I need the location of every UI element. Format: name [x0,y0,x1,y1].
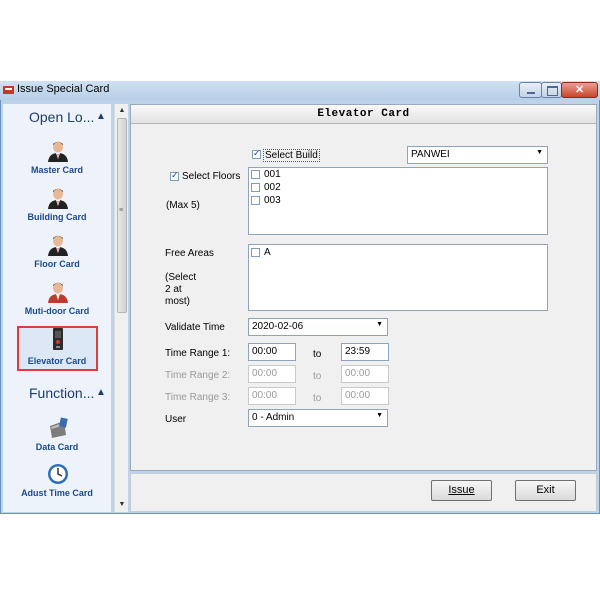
validate-date-value: 2020-02-06 [252,321,304,332]
select-floors-checkbox[interactable] [170,170,179,181]
floor-label: 003 [264,195,281,206]
to-label: to [313,393,322,404]
sidebar-item-master-card[interactable]: Master Card [3,138,111,184]
sidebar-item-data-card[interactable]: Data Card [3,415,111,461]
sidebar-item-label: Muti-door Card [24,306,90,316]
user-label: User [165,414,187,425]
sidebar-item-adust-time-card[interactable]: Adust Time Card [3,461,111,507]
sidebar-item-label: Building Card [27,212,87,222]
sidebar-item-floor-card[interactable]: Floor Card [3,232,111,278]
free-areas-label: Free Areas [165,248,214,259]
select-note-line: 2 at [165,284,182,295]
chevron-down-icon: ▼ [376,412,383,419]
floor-label: 002 [264,182,281,193]
user-icon [48,235,68,256]
chevron-up-icon: ▲ [96,387,106,398]
close-button[interactable]: ✕ [561,82,598,98]
floor-checkbox[interactable] [251,183,260,192]
build-value: PANWEI [411,149,450,160]
build-select[interactable]: PANWEI ▼ [407,146,548,164]
time-range-from-input[interactable]: 00:00 [248,387,296,405]
sidebar: Open Lo... ▲ Master Card Building Card F… [3,104,111,512]
sidebar-group-function[interactable]: Function... ▲ [3,381,111,404]
sidebar-item-building-card[interactable]: Building Card [3,185,111,231]
floor-checkbox[interactable] [251,170,260,179]
time-range-label: Time Range 2: [165,370,231,381]
free-areas-list[interactable]: A [248,244,548,311]
max-floors-note: (Max 5) [166,200,200,211]
user-value: 0 - Admin [252,412,295,423]
clock-icon [48,464,68,484]
sidebar-group-open-lock[interactable]: Open Lo... ▲ [3,105,111,128]
chevron-down-icon: ▼ [536,149,543,156]
card-reader-icon [50,417,68,438]
scroll-up-arrow-icon[interactable]: ▲ [115,104,129,118]
chevron-up-icon: ▲ [96,111,106,122]
area-label: A [264,247,271,258]
time-value: 00:00 [252,390,278,401]
select-floors-label: Select Floors [182,171,241,182]
user-icon [48,188,68,209]
scroll-grip-icon: ≡ [119,207,124,214]
maximize-icon [547,86,558,96]
floor-label: 001 [264,169,281,180]
group-label: Function... [29,385,95,401]
to-label: to [313,349,322,360]
validate-time-label: Validate Time [165,322,225,333]
exit-button[interactable]: Exit [515,480,576,501]
time-range-to-input[interactable]: 00:00 [341,365,389,383]
elevator-icon [53,328,63,350]
scroll-down-arrow-icon[interactable]: ▼ [115,498,129,512]
minimize-button[interactable] [519,82,542,98]
issue-button[interactable]: Issue [431,480,492,501]
chevron-down-icon: ▼ [376,321,383,328]
user-icon [48,282,68,303]
select-note: (Select 2 at most) [165,272,196,308]
sidebar-item-label: Elevator Card [27,356,87,366]
app-icon [3,86,14,94]
time-range-from-input[interactable]: 00:00 [248,343,296,361]
validate-date-picker[interactable]: 2020-02-06 ▼ [248,318,388,336]
issue-button-label: Issue [448,484,475,496]
time-value: 23:59 [345,346,371,357]
scroll-thumb[interactable] [117,118,127,313]
sidebar-item-label: Master Card [30,165,84,175]
time-range-from-input[interactable]: 00:00 [248,365,296,383]
user-icon [48,141,68,162]
time-range-to-input[interactable]: 23:59 [341,343,389,361]
close-icon: ✕ [575,84,585,96]
floors-list[interactable]: 001 002 003 [248,167,548,235]
floor-checkbox[interactable] [251,196,260,205]
area-checkbox[interactable] [251,248,260,257]
sidebar-item-elevator-card[interactable]: Elevator Card [3,326,111,372]
select-note-line: (Select [165,272,197,283]
group-label: Open Lo... [29,109,95,125]
time-range-label: Time Range 1: [165,348,231,359]
select-build-label: Select Build [263,149,320,162]
sidebar-item-muti-door-card[interactable]: Muti-door Card [3,279,111,325]
maximize-button[interactable] [541,82,562,98]
select-build-checkbox[interactable] [252,148,261,159]
user-select[interactable]: 0 - Admin ▼ [248,409,388,427]
sidebar-item-label: Data Card [35,442,79,452]
time-range-to-input[interactable]: 00:00 [341,387,389,405]
panel-title: Elevator Card [131,105,596,124]
minimize-icon [527,92,535,94]
time-range-label: Time Range 3: [165,392,231,403]
exit-button-label: Exit [536,484,555,496]
sidebar-scrollbar[interactable]: ▲ ≡ ▼ [114,104,128,512]
time-value: 00:00 [252,346,278,357]
time-value: 00:00 [345,368,371,379]
sidebar-item-label: Adust Time Card [21,488,93,498]
window-title: Issue Special Card [17,83,110,95]
to-label: to [313,371,322,382]
time-value: 00:00 [252,368,278,379]
sidebar-item-label: Floor Card [34,259,80,269]
select-note-line: most) [165,296,190,307]
time-value: 00:00 [345,390,371,401]
